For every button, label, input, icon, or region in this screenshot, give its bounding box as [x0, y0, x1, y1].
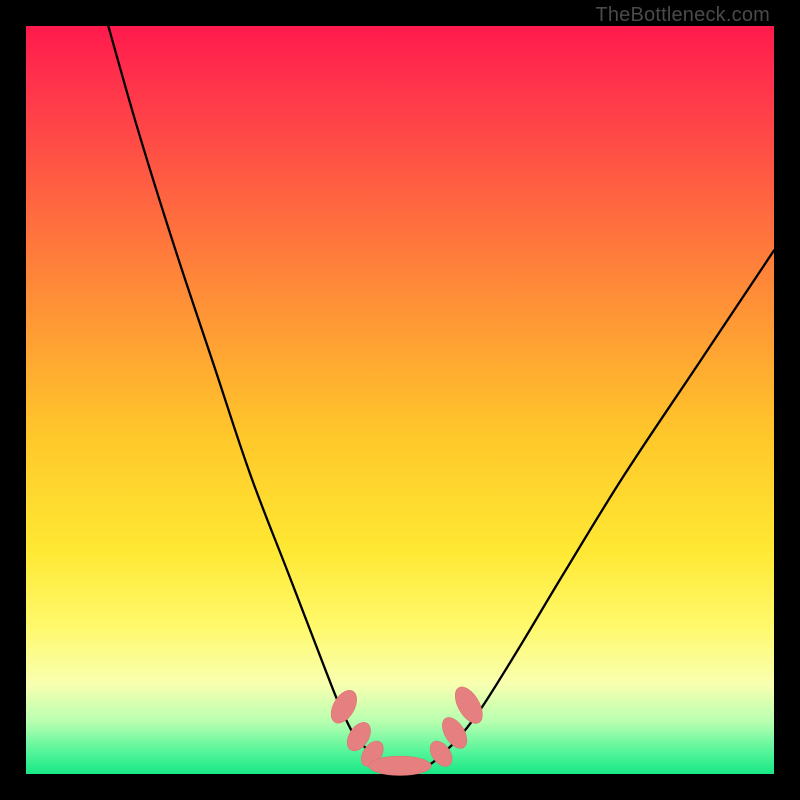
- left-curve: [108, 26, 370, 752]
- valley-marker: [369, 756, 432, 775]
- curve-layer: [26, 26, 774, 774]
- valley-marker: [326, 686, 362, 728]
- plot-area: [26, 26, 774, 774]
- right-curve: [445, 250, 774, 751]
- chart-frame: TheBottleneck.com: [0, 0, 800, 800]
- attribution-label: TheBottleneck.com: [595, 4, 770, 27]
